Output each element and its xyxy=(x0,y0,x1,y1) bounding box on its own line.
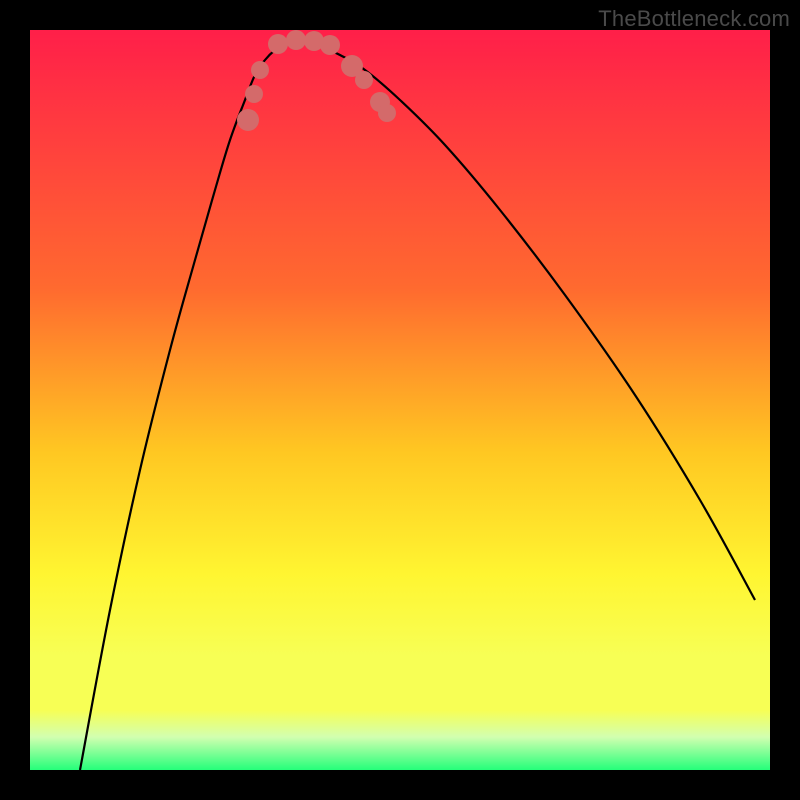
chart-frame: TheBottleneck.com xyxy=(0,0,800,800)
highlight-dot xyxy=(268,34,288,54)
highlight-dot xyxy=(320,35,340,55)
highlight-dots xyxy=(237,30,396,131)
highlight-dot xyxy=(251,61,269,79)
v-curve xyxy=(80,40,755,770)
highlight-dot xyxy=(286,30,306,50)
highlight-dot xyxy=(237,109,259,131)
watermark-text: TheBottleneck.com xyxy=(598,6,790,32)
plot-area xyxy=(30,30,770,770)
highlight-dot xyxy=(355,71,373,89)
highlight-dot xyxy=(378,104,396,122)
curve-svg xyxy=(30,30,770,770)
highlight-dot xyxy=(245,85,263,103)
